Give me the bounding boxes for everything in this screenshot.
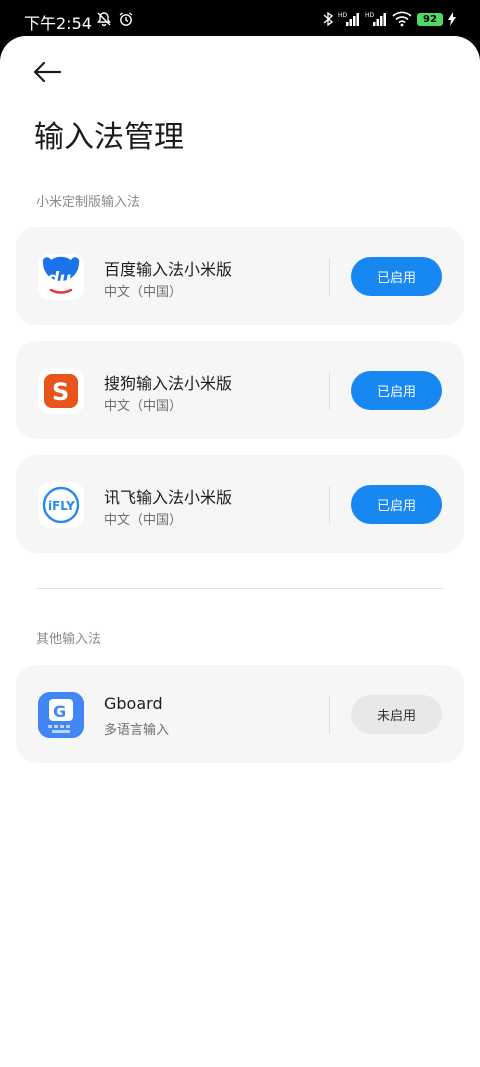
status-right-icons: HD HD 92 xyxy=(323,11,456,27)
alarm-icon xyxy=(119,12,133,26)
ime-card-sogou[interactable]: S 搜狗输入法小米版 中文（中国） 已启用 xyxy=(16,341,464,439)
ime-name: 搜狗输入法小米版 xyxy=(104,374,233,393)
signal-hd-icon: HD xyxy=(365,12,386,26)
ime-card-baidu[interactable]: du 百度输入法小米版 中文（中国） 已启用 xyxy=(16,227,464,325)
back-arrow-icon xyxy=(33,61,62,83)
ime-card-gboard[interactable]: G Gboard 多语言输入 未启用 xyxy=(16,665,464,763)
svg-text:G: G xyxy=(53,702,66,721)
svg-text:S: S xyxy=(52,378,69,406)
enabled-button[interactable]: 已启用 xyxy=(351,485,442,524)
svg-text:HD: HD xyxy=(365,12,375,19)
svg-text:iFLY: iFLY xyxy=(48,499,75,513)
ime-language: 中文（中国） xyxy=(104,399,183,414)
signal-hd-icon: HD xyxy=(338,12,359,26)
card-divider xyxy=(329,486,330,524)
status-time: 下午2:54 xyxy=(24,14,92,33)
section-label-xiaomi: 小米定制版输入法 xyxy=(36,195,141,210)
ime-management-screen: 输入法管理 小米定制版输入法 du 百度输入法小米版 中文（中国） 已启用 S … xyxy=(0,36,480,1067)
gboard-icon: G xyxy=(38,692,84,738)
enabled-button[interactable]: 已启用 xyxy=(351,371,442,410)
bluetooth-icon xyxy=(323,11,333,27)
section-divider xyxy=(36,588,444,589)
ime-card-ifly[interactable]: iFLY 讯飞输入法小米版 中文（中国） 已启用 xyxy=(16,455,464,553)
ime-language: 中文（中国） xyxy=(104,285,183,300)
baidu-du-icon: du xyxy=(38,254,84,300)
svg-text:du: du xyxy=(47,269,71,289)
status-left-icons xyxy=(96,11,134,27)
ifly-icon: iFLY xyxy=(38,482,84,528)
disabled-button[interactable]: 未启用 xyxy=(351,695,442,734)
wifi-icon xyxy=(392,11,412,27)
card-divider xyxy=(329,258,330,296)
ime-language: 中文（中国） xyxy=(104,513,183,528)
enabled-button[interactable]: 已启用 xyxy=(351,257,442,296)
svg-text:HD: HD xyxy=(338,12,348,19)
sogou-s-icon: S xyxy=(38,368,84,414)
ime-name: 百度输入法小米版 xyxy=(104,260,233,279)
bell-off-icon xyxy=(97,12,111,27)
ime-name: 讯飞输入法小米版 xyxy=(104,488,233,507)
charging-icon xyxy=(448,12,456,26)
page-title: 输入法管理 xyxy=(34,120,184,155)
card-divider xyxy=(329,372,330,410)
ime-name: Gboard xyxy=(104,694,163,713)
back-button[interactable] xyxy=(32,58,68,86)
battery-icon: 92 xyxy=(417,12,443,26)
section-label-other: 其他输入法 xyxy=(36,632,102,647)
card-divider xyxy=(329,696,330,734)
ime-language: 多语言输入 xyxy=(104,723,170,738)
